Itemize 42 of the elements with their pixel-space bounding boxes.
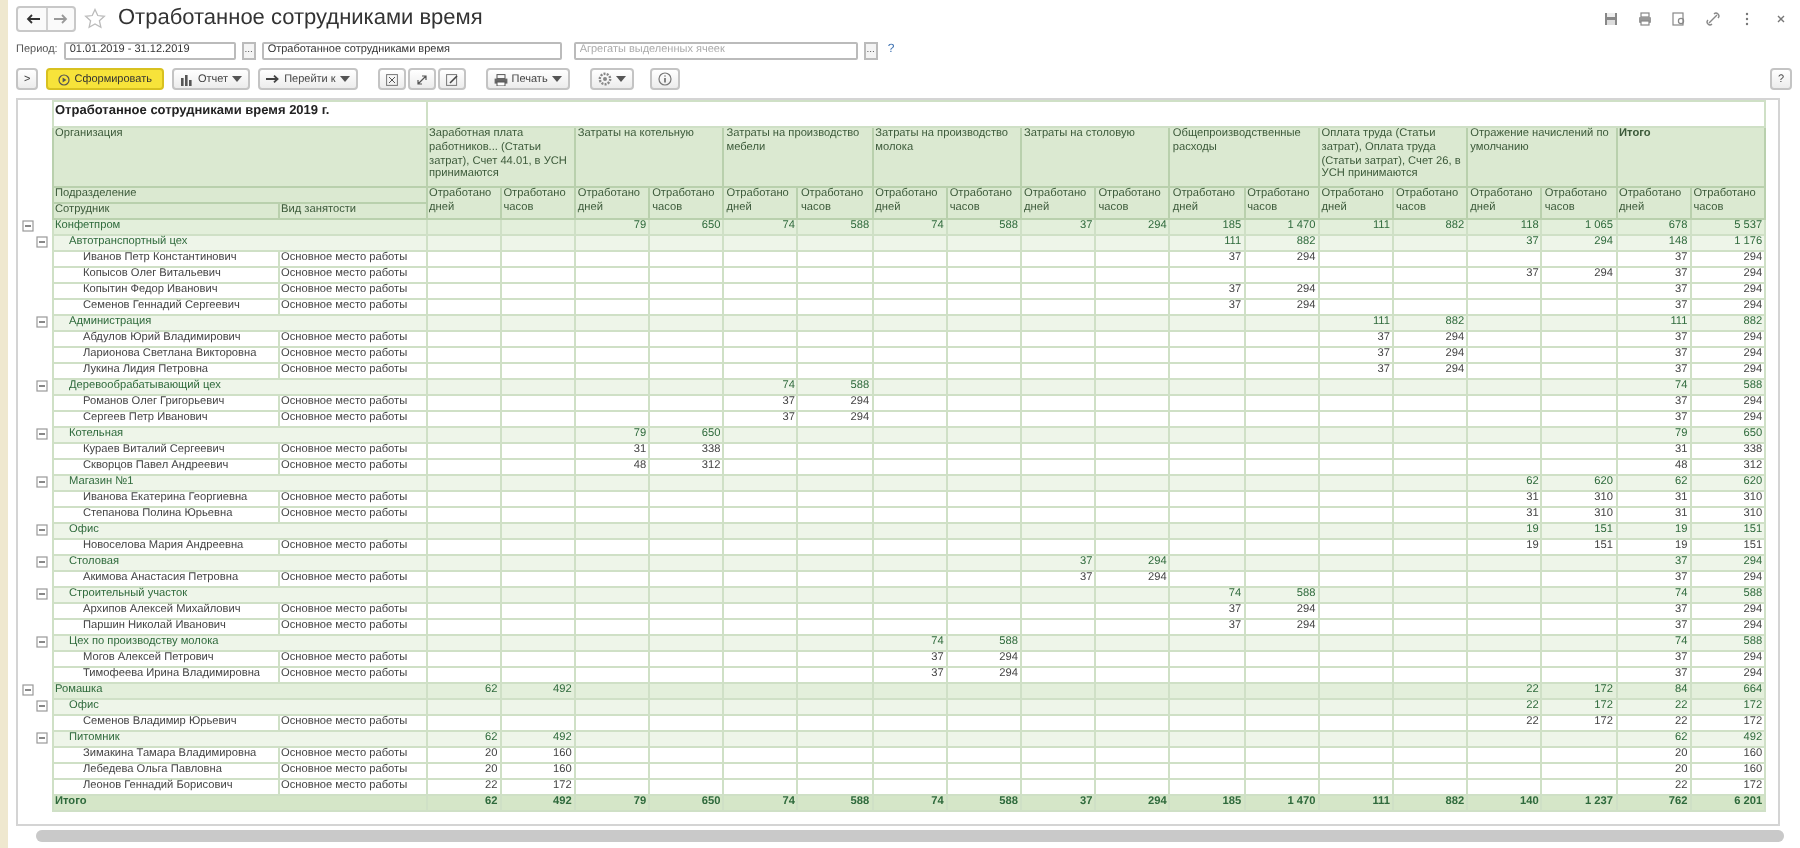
play-icon [58, 73, 71, 85]
horizontal-scrollbar[interactable] [36, 830, 1784, 842]
print-icon[interactable] [1638, 11, 1652, 25]
collapse-icon[interactable] [36, 476, 48, 489]
close-icon[interactable] [1774, 11, 1788, 25]
collapse-icon[interactable] [36, 316, 48, 329]
collapse-icon-button[interactable] [407, 68, 436, 90]
collapse-icon[interactable] [36, 588, 48, 601]
arrow-icon [266, 74, 281, 84]
collapse-icon[interactable] [36, 524, 48, 537]
collapse-icon[interactable] [22, 684, 34, 697]
info-button[interactable] [649, 68, 680, 90]
collapse-icon[interactable] [36, 636, 48, 649]
link-icon[interactable] [1706, 11, 1720, 25]
caret-icon [551, 76, 562, 82]
more-icon[interactable] [1740, 11, 1754, 25]
window-title: Отработанное сотрудниками время [118, 6, 483, 30]
collapse-icon[interactable] [36, 700, 48, 713]
star-icon[interactable] [84, 7, 106, 29]
edit-button[interactable] [437, 68, 466, 90]
settings-menu-button[interactable] [589, 68, 634, 90]
expand-icon-button[interactable] [377, 68, 406, 90]
collapse-icon[interactable] [36, 236, 48, 249]
caret-icon [339, 76, 350, 82]
collapse-icon[interactable] [22, 220, 34, 233]
bar-chart-icon [180, 73, 194, 85]
collapse-icon[interactable] [36, 428, 48, 441]
save-icon[interactable] [1604, 11, 1618, 25]
expand-arrows-icon [385, 73, 398, 85]
collapse-icon[interactable] [36, 380, 48, 393]
collapse-icon[interactable] [36, 732, 48, 745]
diagonal-arrows-icon [415, 73, 428, 85]
printer-icon [493, 73, 508, 85]
info-icon [657, 72, 672, 86]
collapse-icon[interactable] [36, 556, 48, 569]
settings-icon [597, 72, 612, 86]
pencil-icon [445, 73, 458, 85]
forward-arrow-icon [54, 13, 68, 23]
back-arrow-icon [25, 13, 39, 23]
preview-icon[interactable] [1672, 11, 1686, 25]
caret-icon [232, 76, 243, 82]
caret-icon [615, 76, 626, 82]
